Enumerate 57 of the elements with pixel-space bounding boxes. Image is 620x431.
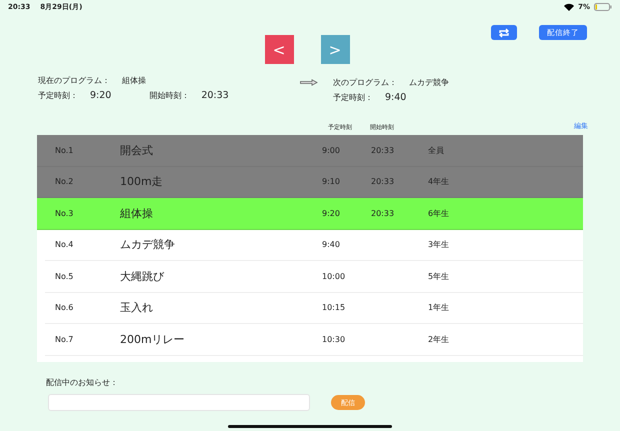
swap-icon bbox=[498, 28, 510, 38]
program-name: 200mリレー bbox=[120, 332, 186, 347]
start-time: 20:33 bbox=[371, 177, 394, 186]
program-row[interactable]: No.4 ムカデ競争 9:40 3年生 bbox=[45, 230, 583, 261]
program-row[interactable]: No.6 玉入れ 10:15 1年生 bbox=[45, 292, 583, 324]
scheduled-time: 10:00 bbox=[322, 272, 346, 281]
row-number: No.5 bbox=[54, 272, 74, 281]
participants: 5年生 bbox=[428, 270, 450, 282]
row-number: No.6 bbox=[54, 303, 74, 312]
program-name: 玉入れ bbox=[120, 300, 154, 316]
notice-field[interactable] bbox=[48, 394, 310, 411]
next-program-name: ムカデ競争 bbox=[409, 77, 449, 88]
program-row[interactable]: No.2 100m走 9:10 20:33 4年生 bbox=[37, 166, 583, 198]
start-time-label: 開始時刻： bbox=[149, 90, 190, 101]
program-row[interactable]: No.5 大縄跳び 10:00 5年生 bbox=[45, 261, 583, 292]
participants: 全員 bbox=[428, 144, 444, 156]
row-number: No.3 bbox=[54, 208, 74, 218]
program-name: 100m走 bbox=[120, 174, 164, 190]
current-program-name: 組体操 bbox=[122, 75, 146, 86]
start-time: 20:33 bbox=[371, 146, 394, 155]
scheduled-time: 9:10 bbox=[322, 177, 341, 186]
scheduled-time-label: 予定時刻： bbox=[38, 90, 78, 101]
previous-button[interactable]: < bbox=[264, 35, 294, 64]
next-program-label: 次のプログラム： bbox=[333, 77, 397, 88]
scheduled-time: 9:00 bbox=[322, 146, 341, 155]
row-number: No.4 bbox=[54, 240, 74, 250]
program-row[interactable]: No.1 開会式 9:00 20:33 全員 bbox=[37, 135, 583, 166]
battery-icon bbox=[594, 3, 612, 11]
scheduled-time: 9:40 bbox=[322, 240, 341, 250]
next-scheduled-value: 9:40 bbox=[385, 92, 406, 103]
participants: 1年生 bbox=[428, 302, 450, 314]
wifi-icon bbox=[564, 3, 574, 11]
scheduled-time: 10:15 bbox=[322, 303, 346, 312]
program-name: 大縄跳び bbox=[120, 268, 165, 284]
start-time-value: 20:33 bbox=[201, 90, 229, 101]
participants: 2年生 bbox=[428, 334, 450, 345]
row-number: No.7 bbox=[54, 334, 74, 344]
swap-button[interactable] bbox=[491, 25, 517, 40]
start-time: 20:33 bbox=[371, 208, 394, 218]
current-program-label: 現在のプログラム： bbox=[38, 75, 110, 86]
program-name: 組体操 bbox=[120, 206, 154, 221]
row-number: No.1 bbox=[54, 146, 74, 155]
row-number: No.2 bbox=[54, 177, 74, 186]
program-name: ムカデ競争 bbox=[120, 237, 176, 252]
program-row[interactable]: No.7 200mリレー 10:30 2年生 bbox=[45, 324, 583, 356]
scheduled-time: 9:20 bbox=[322, 208, 341, 218]
program-name: 開会式 bbox=[120, 142, 154, 158]
participants: 6年生 bbox=[428, 208, 450, 219]
next-scheduled-label: 予定時刻： bbox=[333, 92, 373, 103]
participants: 4年生 bbox=[428, 176, 450, 188]
arrow-icon bbox=[300, 79, 318, 86]
scheduled-time: 10:30 bbox=[322, 334, 346, 344]
notice-label: 配信中のお知らせ： bbox=[46, 378, 118, 387]
scheduled-time-value: 9:20 bbox=[90, 90, 112, 101]
next-button[interactable]: > bbox=[320, 35, 350, 64]
program-row[interactable]: No.3 組体操 9:20 20:33 6年生 bbox=[37, 198, 583, 230]
participants: 3年生 bbox=[428, 239, 450, 250]
